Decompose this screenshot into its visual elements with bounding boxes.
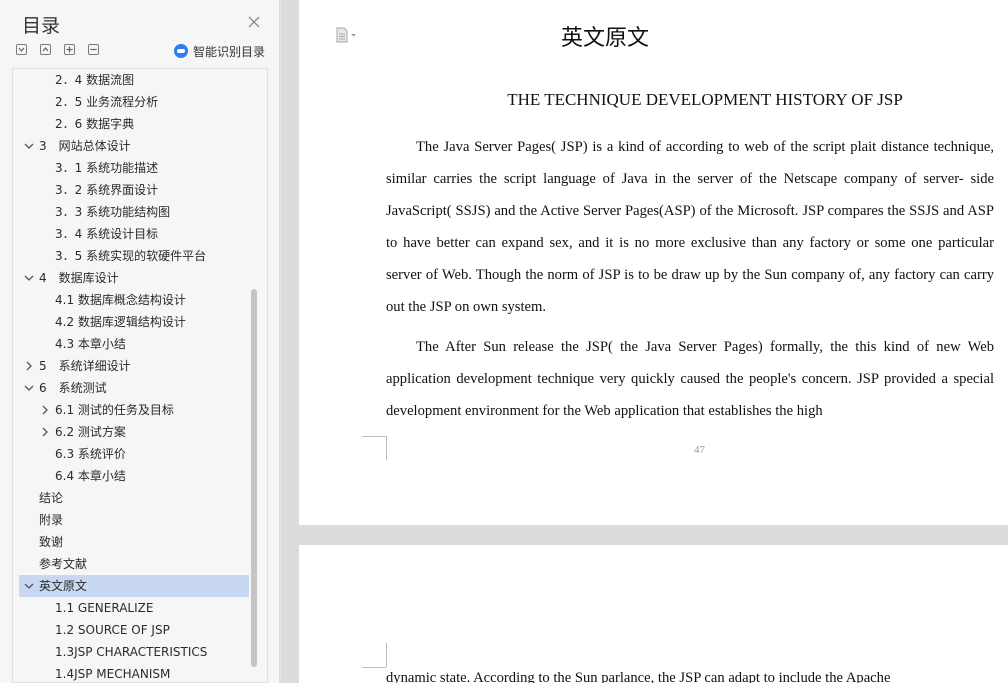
toc-item[interactable]: 3．4 系统设计目标 [19,223,249,245]
toc-item[interactable]: 4.3 本章小结 [19,333,249,355]
chevron-down-icon[interactable] [23,580,35,592]
section-heading: THE TECHNIQUE DEVELOPMENT HISTORY OF JSP [507,90,903,109]
toc-item-label: 参考文献 [39,557,88,571]
paragraph-1: The Java Server Pages( JSP) is a kind of… [386,131,994,323]
toc-item[interactable]: 6.3 系统评价 [19,443,249,465]
toc-item-label: 4.1 数据库概念结构设计 [55,293,186,307]
toc-item-label: 1.3JSP CHARACTERISTICS [55,645,208,659]
toc-item[interactable]: 参考文献 [19,553,249,575]
toc-item-label: 3．5 系统实现的软硬件平台 [55,249,207,263]
smart-recognize-icon [174,44,188,58]
toc-item[interactable]: 致谢 [19,531,249,553]
toc-item-label: 5 系统详细设计 [39,359,131,373]
chevron-down-icon[interactable] [23,382,35,394]
toc-item[interactable]: 6 系统测试 [19,377,249,399]
chevron-right-icon[interactable] [39,426,51,438]
chevron-down-icon[interactable] [23,272,35,284]
close-icon[interactable] [247,15,261,29]
toc-item-label: 4.2 数据库逻辑结构设计 [55,315,186,329]
toc-item-label: 3 网站总体设计 [39,139,131,153]
paragraph-2: The After Sun release the JSP( the Java … [386,331,994,427]
toc-item-label: 6.1 测试的任务及目标 [55,403,174,417]
toc-item-label: 致谢 [39,535,64,549]
toc-item-label: 3．4 系统设计目标 [55,227,159,241]
toc-item-label: 3．3 系统功能结构图 [55,205,171,219]
crop-mark [362,436,386,437]
toc-item-label: 1.1 GENERALIZE [55,601,154,615]
header-title: 英文原文 [560,26,649,51]
toc-item[interactable]: 附录 [19,509,249,531]
crop-mark [362,643,387,667]
toc-scrollbar[interactable] [251,289,257,667]
toc-item[interactable]: 2．5 业务流程分析 [19,91,249,113]
chevron-right-icon[interactable] [23,360,35,372]
remove-heading-icon[interactable] [88,44,99,55]
toc-title: 目录 [22,15,61,37]
toc-item-label: 4 数据库设计 [39,271,119,285]
toc-list[interactable]: 2．4 数据流图 2．5 业务流程分析 2．6 数据字典 3 网站总体设计 3．1 系统… [12,68,268,683]
toc-item-label: 英文原文 [39,579,88,593]
toc-item-label: 6.4 本章小结 [55,469,126,483]
toc-item[interactable]: 6.1 测试的任务及目标 [19,399,249,421]
toc-item-label: 1.4JSP MECHANISM [55,667,171,681]
toc-sidebar: 目录 智能识别目录 2．4 数据流图 2．5 业务流程分析 2．6 数据字典 3 网站… [0,0,280,683]
toc-item[interactable]: 3．3 系统功能结构图 [19,201,249,223]
toc-item-label: 2．5 业务流程分析 [55,95,159,109]
smart-toc-label: 智能识别目录 [193,44,266,59]
expand-all-icon[interactable] [16,44,27,55]
document-page-next: dynamic state. According to the Sun parl… [299,545,1008,683]
toc-item-label: 结论 [39,491,64,505]
toc-item[interactable]: 结论 [19,487,249,509]
toc-item[interactable]: 3．2 系统界面设计 [19,179,249,201]
toc-item-label: 2．4 数据流图 [55,73,135,87]
toc-item[interactable]: 1.1 GENERALIZE [19,597,249,619]
toc-item[interactable]: 3．5 系统实现的软硬件平台 [19,245,249,267]
toc-item-label: 附录 [39,513,64,527]
toc-item-label: 6.3 系统评价 [55,447,126,461]
paragraph-1-text: The Java Server Pages( JSP) is a kind of… [386,139,994,315]
toc-item[interactable]: 4 数据库设计 [19,267,249,289]
toc-item[interactable]: 1.2 SOURCE OF JSP [19,619,249,641]
toc-item[interactable]: 1.3JSP CHARACTERISTICS [19,641,249,663]
paragraph-continued: dynamic state. According to the Sun parl… [386,670,891,683]
toc-item-label: 2．6 数据字典 [55,117,135,131]
toc-item-label: 3．1 系统功能描述 [55,161,159,175]
chevron-down-icon[interactable] [23,140,35,152]
crop-mark [362,436,387,460]
toc-item[interactable]: 2．6 数据字典 [19,113,249,135]
toc-item-label: 3．2 系统界面设计 [55,183,159,197]
toc-item-label: 4.3 本章小结 [55,337,126,351]
toc-item[interactable]: 4.1 数据库概念结构设计 [19,289,249,311]
toc-item[interactable]: 1.4JSP MECHANISM [19,663,249,682]
toc-item[interactable]: 6.4 本章小结 [19,465,249,487]
toc-item[interactable]: 4.2 数据库逻辑结构设计 [19,311,249,333]
chevron-right-icon[interactable] [39,404,51,416]
toc-item[interactable]: 3 网站总体设计 [19,135,249,157]
toc-item[interactable]: 6.2 测试方案 [19,421,249,443]
toc-item-label: 6 系统测试 [39,381,107,395]
toc-item[interactable]: 5 系统详细设计 [19,355,249,377]
toc-item-label: 1.2 SOURCE OF JSP [55,623,170,637]
smart-toc-button[interactable]: 智能识别目录 [174,43,265,59]
toc-item[interactable]: 2．4 数据流图 [19,69,249,91]
document-page: 英文原文 THE TECHNIQUE DEVELOPMENT HISTORY O… [299,0,1008,525]
crop-mark [362,667,386,668]
collapse-all-icon[interactable] [40,44,51,55]
page-number: 47 [694,444,705,456]
document-view[interactable]: 英文原文 THE TECHNIQUE DEVELOPMENT HISTORY O… [281,0,1008,683]
toc-item[interactable]: 3．1 系统功能描述 [19,157,249,179]
toc-item-label: 6.2 测试方案 [55,425,126,439]
paragraph-2-text: The After Sun release the JSP( the Java … [386,339,994,419]
add-heading-icon[interactable] [64,44,75,55]
toc-item[interactable]: 英文原文 [19,575,249,597]
